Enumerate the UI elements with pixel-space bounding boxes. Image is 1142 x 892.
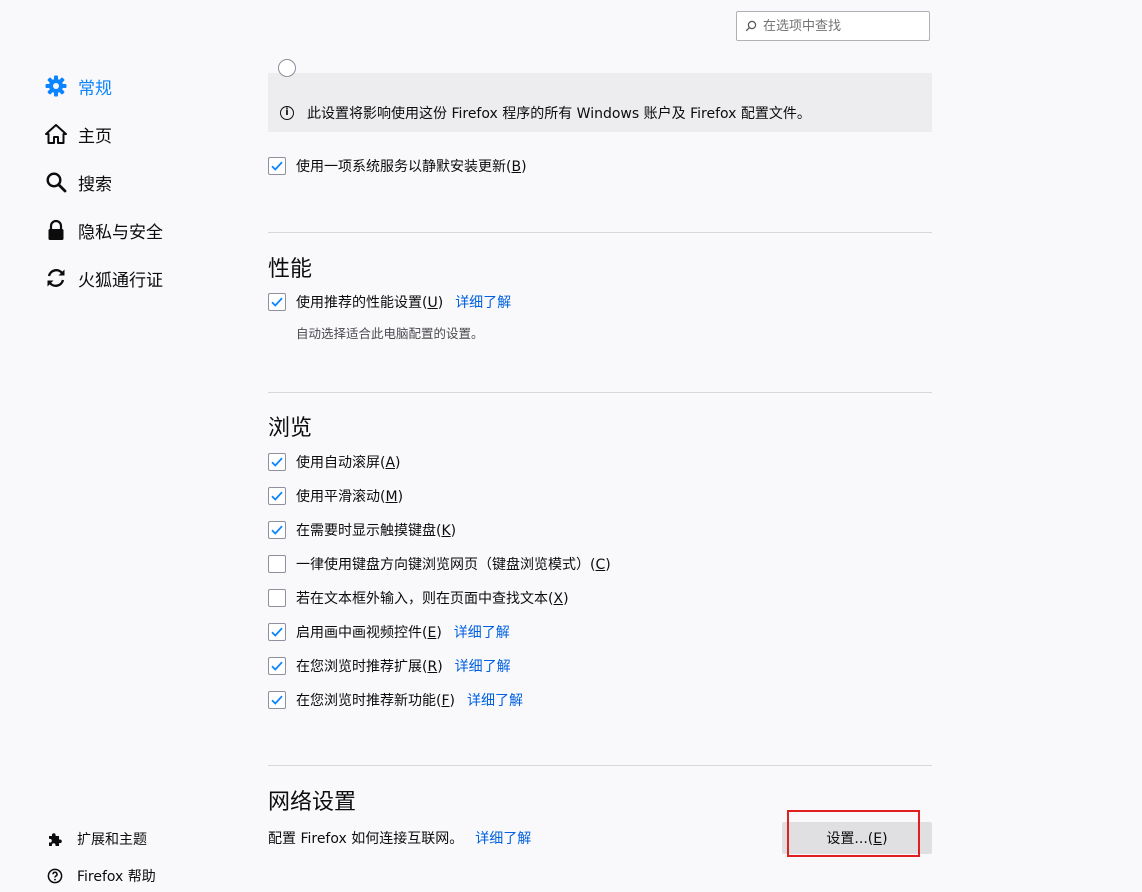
update-settings-info-box: i 此设置将影响使用这份 Firefox 程序的所有 Windows 账户及 F…: [268, 59, 932, 132]
search-input[interactable]: [761, 17, 925, 35]
sidebar-item-label: 火狐通行证: [78, 270, 163, 291]
update-info-text: 此设置将影响使用这份 Firefox 程序的所有 Windows 账户及 Fir…: [307, 106, 811, 122]
browsing-option-checkbox[interactable]: [268, 555, 286, 573]
search-icon: [745, 20, 757, 32]
checkbox-label: 在您浏览时推荐新功能(F): [296, 693, 455, 709]
browsing-option-row[interactable]: 使用自动滚屏(A): [268, 451, 401, 473]
sidebar-item-general[interactable]: 常规: [44, 71, 112, 101]
network-description-row: 配置 Firefox 如何连接互联网。 详细了解: [268, 828, 531, 848]
network-section-title: 网络设置: [268, 790, 357, 815]
help-icon: [46, 867, 64, 885]
learn-more-link[interactable]: 详细了解: [467, 690, 523, 710]
browsing-option-checkbox[interactable]: [268, 521, 286, 539]
browsing-option-row[interactable]: 在您浏览时推荐扩展(R) 详细了解: [268, 655, 511, 677]
gear-icon: [44, 74, 68, 98]
browsing-option-checkbox[interactable]: [268, 453, 286, 471]
background-service-checkbox-row[interactable]: 使用一项系统服务以静默安装更新(B): [268, 155, 527, 177]
checkbox-label: 使用一项系统服务以静默安装更新(B): [296, 159, 527, 175]
browsing-option-checkbox[interactable]: [268, 691, 286, 709]
sync-icon: [44, 266, 68, 290]
learn-more-link[interactable]: 详细了解: [455, 292, 511, 312]
checkbox-label: 若在文本框外输入，则在页面中查找文本(X): [296, 591, 569, 607]
learn-more-link[interactable]: 详细了解: [475, 828, 531, 848]
browsing-option-checkbox[interactable]: [268, 487, 286, 505]
performance-hint: 自动选择适合此电脑配置的设置。: [296, 326, 484, 341]
checkbox-label: 在需要时显示触摸键盘(K): [296, 523, 457, 539]
browsing-option-row[interactable]: 一律使用键盘方向键浏览网页（键盘浏览模式）(C): [268, 553, 611, 575]
sidebar-item-label: 搜索: [78, 174, 112, 195]
sidebar-item-search[interactable]: 搜索: [44, 167, 112, 197]
performance-section-title: 性能: [268, 257, 313, 282]
home-icon: [44, 122, 68, 146]
extensions-and-themes-link[interactable]: 扩展和主题: [46, 829, 147, 849]
footer-item-label: Firefox 帮助: [77, 869, 156, 885]
background-service-checkbox[interactable]: [268, 157, 286, 175]
checkbox-label: 在您浏览时推荐扩展(R): [296, 659, 443, 675]
network-settings-button[interactable]: 设置...(E): [782, 822, 932, 854]
lock-icon: [44, 218, 68, 242]
sidebar-item-label: 主页: [78, 126, 112, 147]
checkbox-label: 启用画中画视频控件(E): [296, 625, 442, 641]
browsing-option-checkbox[interactable]: [268, 657, 286, 675]
footer-item-label: 扩展和主题: [77, 832, 147, 848]
browsing-option-row[interactable]: 启用画中画视频控件(E) 详细了解: [268, 621, 510, 643]
browsing-option-row[interactable]: 在您浏览时推荐新功能(F) 详细了解: [268, 689, 523, 711]
browsing-section-title: 浏览: [268, 416, 313, 441]
browsing-option-row[interactable]: 使用平滑滚动(M): [268, 485, 403, 507]
performance-recommended-checkbox[interactable]: [268, 293, 286, 311]
section-divider: [268, 232, 932, 233]
network-description: 配置 Firefox 如何连接互联网。: [268, 831, 464, 847]
firefox-help-link[interactable]: Firefox 帮助: [46, 866, 156, 886]
browsing-option-row[interactable]: 在需要时显示触摸键盘(K): [268, 519, 456, 541]
browsing-option-row[interactable]: 若在文本框外输入，则在页面中查找文本(X): [268, 587, 569, 609]
learn-more-link[interactable]: 详细了解: [455, 656, 511, 676]
sidebar-item-privacy[interactable]: 隐私与安全: [44, 215, 163, 245]
learn-more-link[interactable]: 详细了解: [454, 622, 510, 642]
sidebar-item-home[interactable]: 主页: [44, 119, 112, 149]
sidebar-item-label: 隐私与安全: [78, 222, 163, 243]
search-icon: [44, 170, 68, 194]
update-info-message: i 此设置将影响使用这份 Firefox 程序的所有 Windows 账户及 F…: [280, 103, 811, 123]
sidebar-item-label: 常规: [78, 78, 112, 99]
sidebar: 常规 主页 搜索 隐私与安全 火狐通行证 扩展和主题 Firefox 帮助: [0, 0, 250, 892]
browsing-option-checkbox[interactable]: [268, 589, 286, 607]
checkbox-label: 使用推荐的性能设置(U): [296, 295, 444, 311]
section-divider: [268, 392, 932, 393]
performance-recommended-row[interactable]: 使用推荐的性能设置(U) 详细了解: [268, 291, 511, 313]
checkbox-label: 一律使用键盘方向键浏览网页（键盘浏览模式）(C): [296, 557, 611, 573]
puzzle-icon: [46, 830, 64, 848]
checkbox-label: 使用自动滚屏(A): [296, 455, 401, 471]
browsing-option-checkbox[interactable]: [268, 623, 286, 641]
checkbox-label: 使用平滑滚动(M): [296, 489, 404, 505]
options-search-box[interactable]: [736, 11, 930, 41]
sidebar-item-sync[interactable]: 火狐通行证: [44, 263, 163, 293]
info-icon: i: [280, 106, 294, 120]
update-mode-radio[interactable]: [278, 59, 296, 77]
section-divider: [268, 765, 932, 766]
